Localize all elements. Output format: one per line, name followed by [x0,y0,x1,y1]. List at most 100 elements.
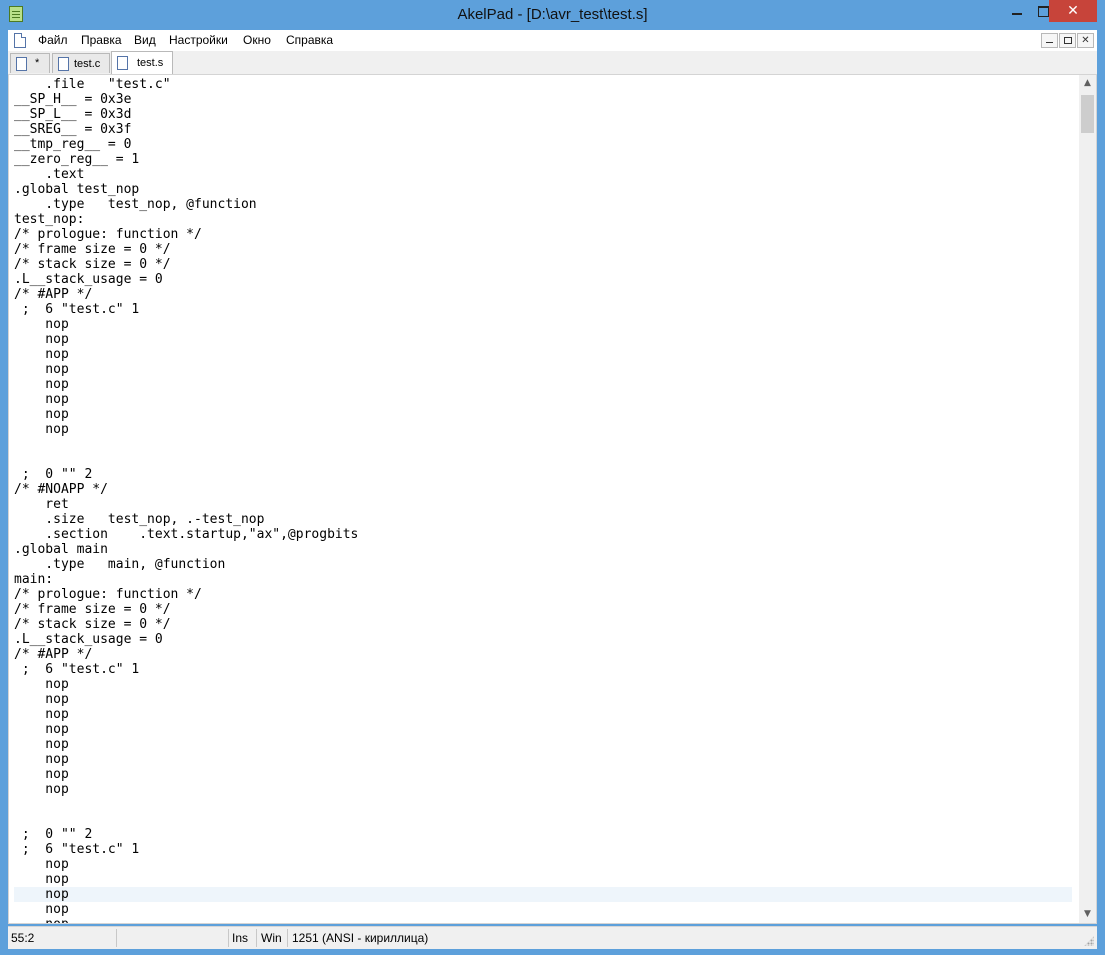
code-line[interactable]: .file "test.c" [14,77,1072,92]
code-line[interactable]: nop [14,677,1072,692]
tab-label: test.c [74,58,101,70]
code-line[interactable] [14,812,1072,827]
tab-bar: * test.c test.s [8,51,1097,75]
akelpad-window: AkelPad - [D:\avr_test\test.s] ✕ Файл Пр… [0,0,1105,955]
code-line[interactable]: nop [14,347,1072,362]
code-line[interactable]: /* prologue: function */ [14,227,1072,242]
code-line[interactable]: nop [14,707,1072,722]
code-line[interactable]: main: [14,572,1072,587]
code-line[interactable]: __SP_H__ = 0x3e [14,92,1072,107]
menu-window[interactable]: Окно [243,33,271,47]
menu-view[interactable]: Вид [134,33,156,47]
scroll-down-icon[interactable]: ▼ [1079,906,1096,923]
code-line[interactable]: nop [14,317,1072,332]
code-line[interactable]: nop [14,692,1072,707]
tab-test-c[interactable]: test.c [52,53,110,73]
status-separator [256,929,257,947]
code-line[interactable]: ; 6 "test.c" 1 [14,662,1072,677]
code-line[interactable]: /* #APP */ [14,647,1072,662]
code-line[interactable]: ; 6 "test.c" 1 [14,842,1072,857]
resize-grip-icon[interactable] [1084,936,1094,946]
code-line[interactable]: nop [14,422,1072,437]
editor-area[interactable]: .file "test.c" __SP_H__ = 0x3e __SP_L__ = … [8,74,1097,924]
code-line[interactable]: .type main, @function [14,557,1072,572]
tab-new-document[interactable]: * [10,53,50,73]
code-text[interactable]: .file "test.c" __SP_H__ = 0x3e __SP_L__ = … [14,77,1072,923]
menu-bar: Файл Правка Вид Настройки Окно Справка ✕ [8,30,1097,52]
mdi-restore-button[interactable] [1059,33,1076,48]
maximize-icon [1037,5,1049,17]
cursor-position[interactable]: 55:2 [11,931,34,945]
close-icon: ✕ [1081,35,1090,46]
code-line[interactable]: .section .text.startup,"ax",@progbits [14,527,1072,542]
code-line[interactable]: __zero_reg__ = 1 [14,152,1072,167]
code-line[interactable]: nop [14,362,1072,377]
code-line[interactable]: ; 0 "" 2 [14,467,1072,482]
code-line[interactable]: nop [14,917,1072,923]
code-line[interactable]: .L__stack_usage = 0 [14,272,1072,287]
code-line[interactable] [14,797,1072,812]
window-title: AkelPad - [D:\avr_test\test.s] [457,6,648,23]
code-line[interactable]: .type test_nop, @function [14,197,1072,212]
code-line[interactable]: nop [14,857,1072,872]
minimize-icon [1011,13,1022,15]
minimize-icon [1046,41,1053,43]
code-line[interactable]: ; 6 "test.c" 1 [14,302,1072,317]
code-line[interactable]: /* #APP */ [14,287,1072,302]
code-line[interactable]: test_nop: [14,212,1072,227]
document-icon[interactable] [14,33,26,48]
code-line[interactable]: nop [14,722,1072,737]
vertical-scrollbar[interactable]: ▲ ▼ [1079,75,1096,923]
tab-label: test.s [137,57,164,69]
document-icon [117,56,128,70]
code-line[interactable]: ret [14,497,1072,512]
menu-edit[interactable]: Правка [81,33,122,47]
close-button[interactable]: ✕ [1049,0,1097,22]
code-line[interactable]: .L__stack_usage = 0 [14,632,1072,647]
mdi-minimize-button[interactable] [1041,33,1058,48]
menu-help[interactable]: Справка [286,33,333,47]
code-line[interactable]: .size test_nop, .-test_nop [14,512,1072,527]
code-line[interactable]: __SREG__ = 0x3f [14,122,1072,137]
code-line[interactable]: nop [14,782,1072,797]
code-line[interactable]: nop [14,872,1072,887]
code-line[interactable] [14,437,1072,452]
code-line[interactable]: __tmp_reg__ = 0 [14,137,1072,152]
code-line[interactable]: /* #NOAPP */ [14,482,1072,497]
code-line[interactable]: nop [14,752,1072,767]
code-line[interactable]: nop [14,887,1072,902]
code-line[interactable]: /* frame size = 0 */ [14,602,1072,617]
code-line[interactable]: ; 0 "" 2 [14,827,1072,842]
mdi-close-button[interactable]: ✕ [1077,33,1094,48]
code-line[interactable]: .global main [14,542,1072,557]
code-line[interactable]: /* stack size = 0 */ [14,617,1072,632]
scrollbar-thumb[interactable] [1081,95,1094,133]
codepage[interactable]: 1251 (ANSI - кириллица) [292,931,428,945]
status-separator [228,929,229,947]
newline-format[interactable]: Win [261,931,282,945]
code-line[interactable]: /* prologue: function */ [14,587,1072,602]
code-line[interactable]: /* frame size = 0 */ [14,242,1072,257]
code-line[interactable]: .global test_nop [14,182,1072,197]
code-line[interactable]: /* stack size = 0 */ [14,257,1072,272]
status-separator [116,929,117,947]
code-line[interactable]: nop [14,737,1072,752]
menu-file[interactable]: Файл [38,33,68,47]
code-line[interactable]: nop [14,377,1072,392]
title-bar[interactable]: AkelPad - [D:\avr_test\test.s] ✕ [0,0,1105,30]
scroll-up-icon[interactable]: ▲ [1079,75,1096,92]
code-line[interactable]: nop [14,767,1072,782]
tab-test-s[interactable]: test.s [111,51,173,74]
code-line[interactable] [14,452,1072,467]
code-line[interactable]: nop [14,407,1072,422]
tab-label: * [35,57,40,69]
code-line[interactable]: nop [14,902,1072,917]
code-line[interactable]: __SP_L__ = 0x3d [14,107,1072,122]
code-line[interactable]: nop [14,392,1072,407]
insert-mode[interactable]: Ins [232,931,248,945]
restore-icon [1063,36,1072,44]
menu-settings[interactable]: Настройки [169,33,228,47]
minimize-button[interactable] [1003,0,1030,22]
code-line[interactable]: .text [14,167,1072,182]
code-line[interactable]: nop [14,332,1072,347]
